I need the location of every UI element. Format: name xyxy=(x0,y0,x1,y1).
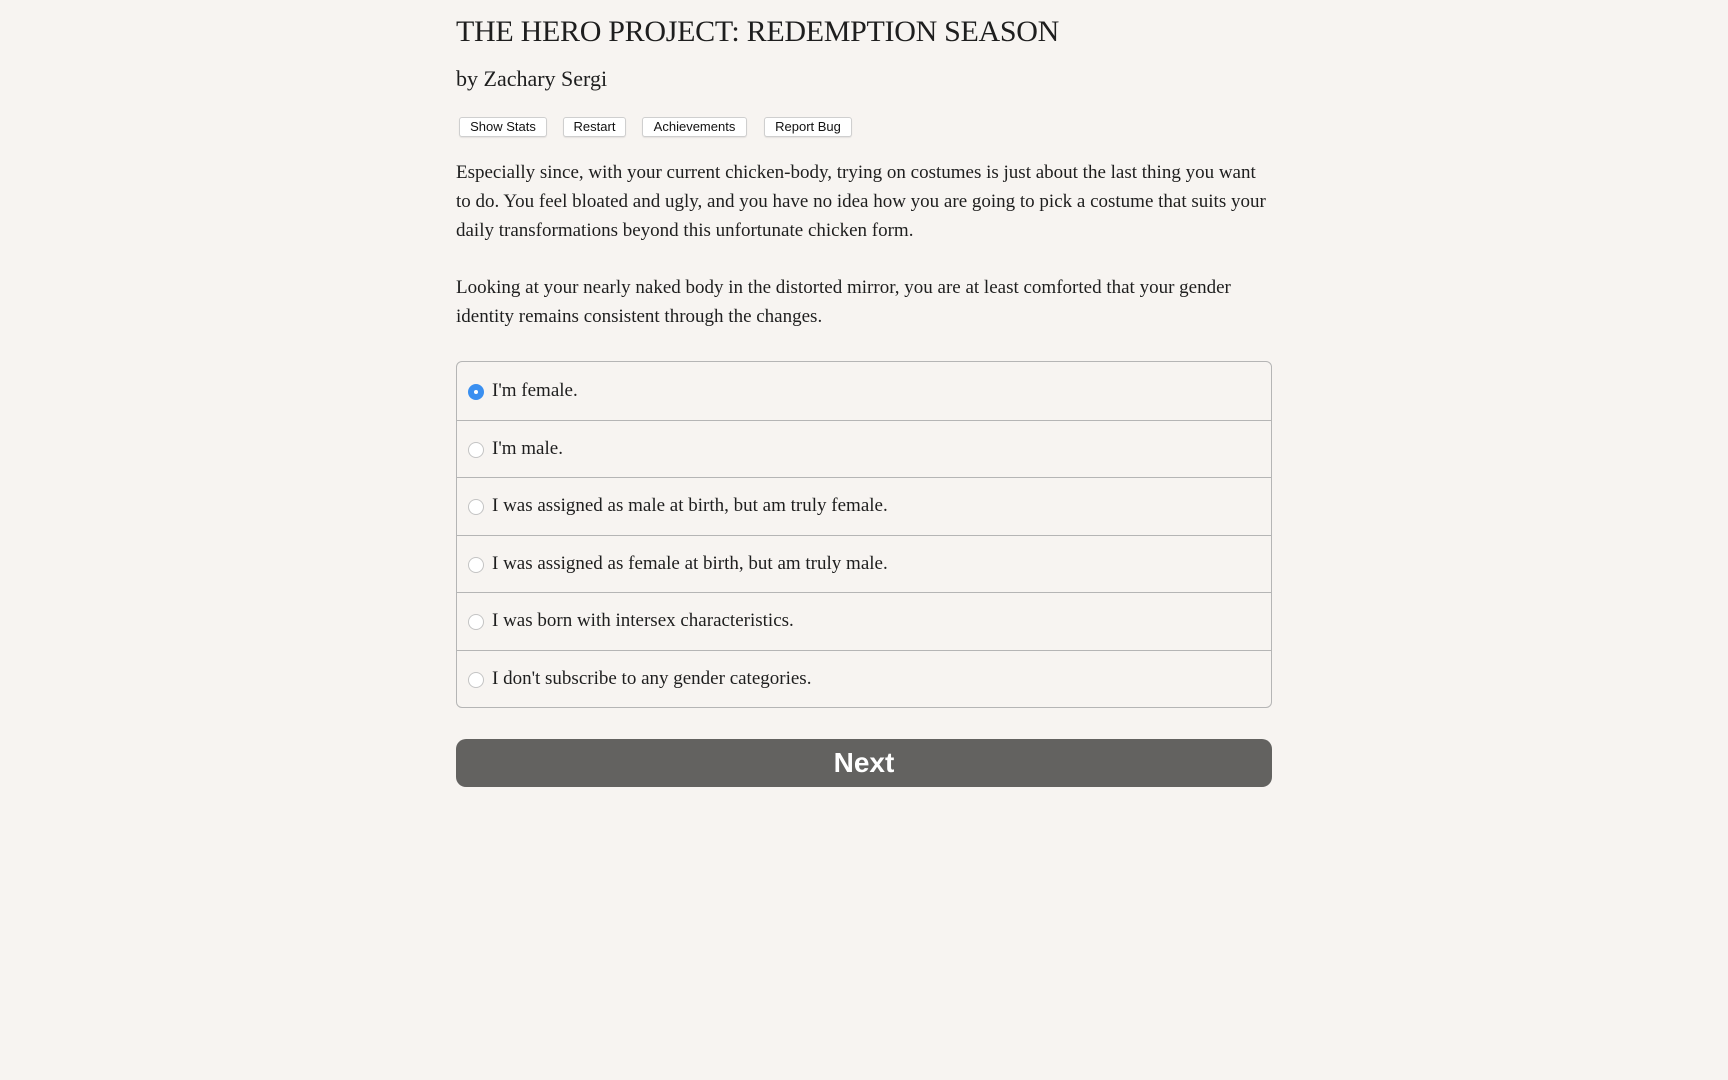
achievements-button[interactable]: Achievements xyxy=(642,117,747,137)
choice-option-female[interactable]: I'm female. xyxy=(457,362,1271,420)
game-author: by Zachary Sergi xyxy=(456,66,608,91)
radio-unselected-icon[interactable] xyxy=(468,614,484,631)
radio-unselected-icon[interactable] xyxy=(468,556,484,573)
story-paragraph: Looking at your nearly naked body in the… xyxy=(456,277,1231,327)
choice-option-amab-female[interactable]: I was assigned as male at birth, but am … xyxy=(457,477,1271,535)
choice-option-intersex[interactable]: I was born with intersex characteristics… xyxy=(457,592,1271,650)
story-paragraph: Especially since, with your current chic… xyxy=(456,162,1266,241)
show-stats-button[interactable]: Show Stats xyxy=(459,117,547,137)
choice-option-no-category[interactable]: I don't subscribe to any gender categori… xyxy=(457,649,1271,708)
choice-label: I don't subscribe to any gender categori… xyxy=(492,667,812,689)
next-button[interactable]: Next xyxy=(456,739,1272,787)
radio-unselected-icon[interactable] xyxy=(468,499,484,516)
choice-label: I was assigned as female at birth, but a… xyxy=(492,552,888,574)
choice-option-male[interactable]: I'm male. xyxy=(457,419,1271,478)
radio-unselected-icon[interactable] xyxy=(468,441,484,458)
choice-option-afab-male[interactable]: I was assigned as female at birth, but a… xyxy=(457,534,1271,593)
radio-selected-icon[interactable] xyxy=(468,383,484,400)
toolbar: Show Stats Restart Achievements Report B… xyxy=(459,117,868,137)
choice-list: I'm female. I'm male. I was assigned as … xyxy=(456,361,1272,708)
radio-unselected-icon[interactable] xyxy=(468,671,484,688)
game-title: THE HERO PROJECT: REDEMPTION SEASON xyxy=(456,15,1060,48)
choice-label: I'm male. xyxy=(492,437,563,459)
report-bug-button[interactable]: Report Bug xyxy=(764,117,852,137)
choice-label: I was assigned as male at birth, but am … xyxy=(492,495,888,517)
choice-label: I was born with intersex characteristics… xyxy=(492,610,794,632)
story-text: Especially since, with your current chic… xyxy=(456,159,1272,361)
restart-button[interactable]: Restart xyxy=(563,117,626,137)
choice-label: I'm female. xyxy=(492,379,578,401)
